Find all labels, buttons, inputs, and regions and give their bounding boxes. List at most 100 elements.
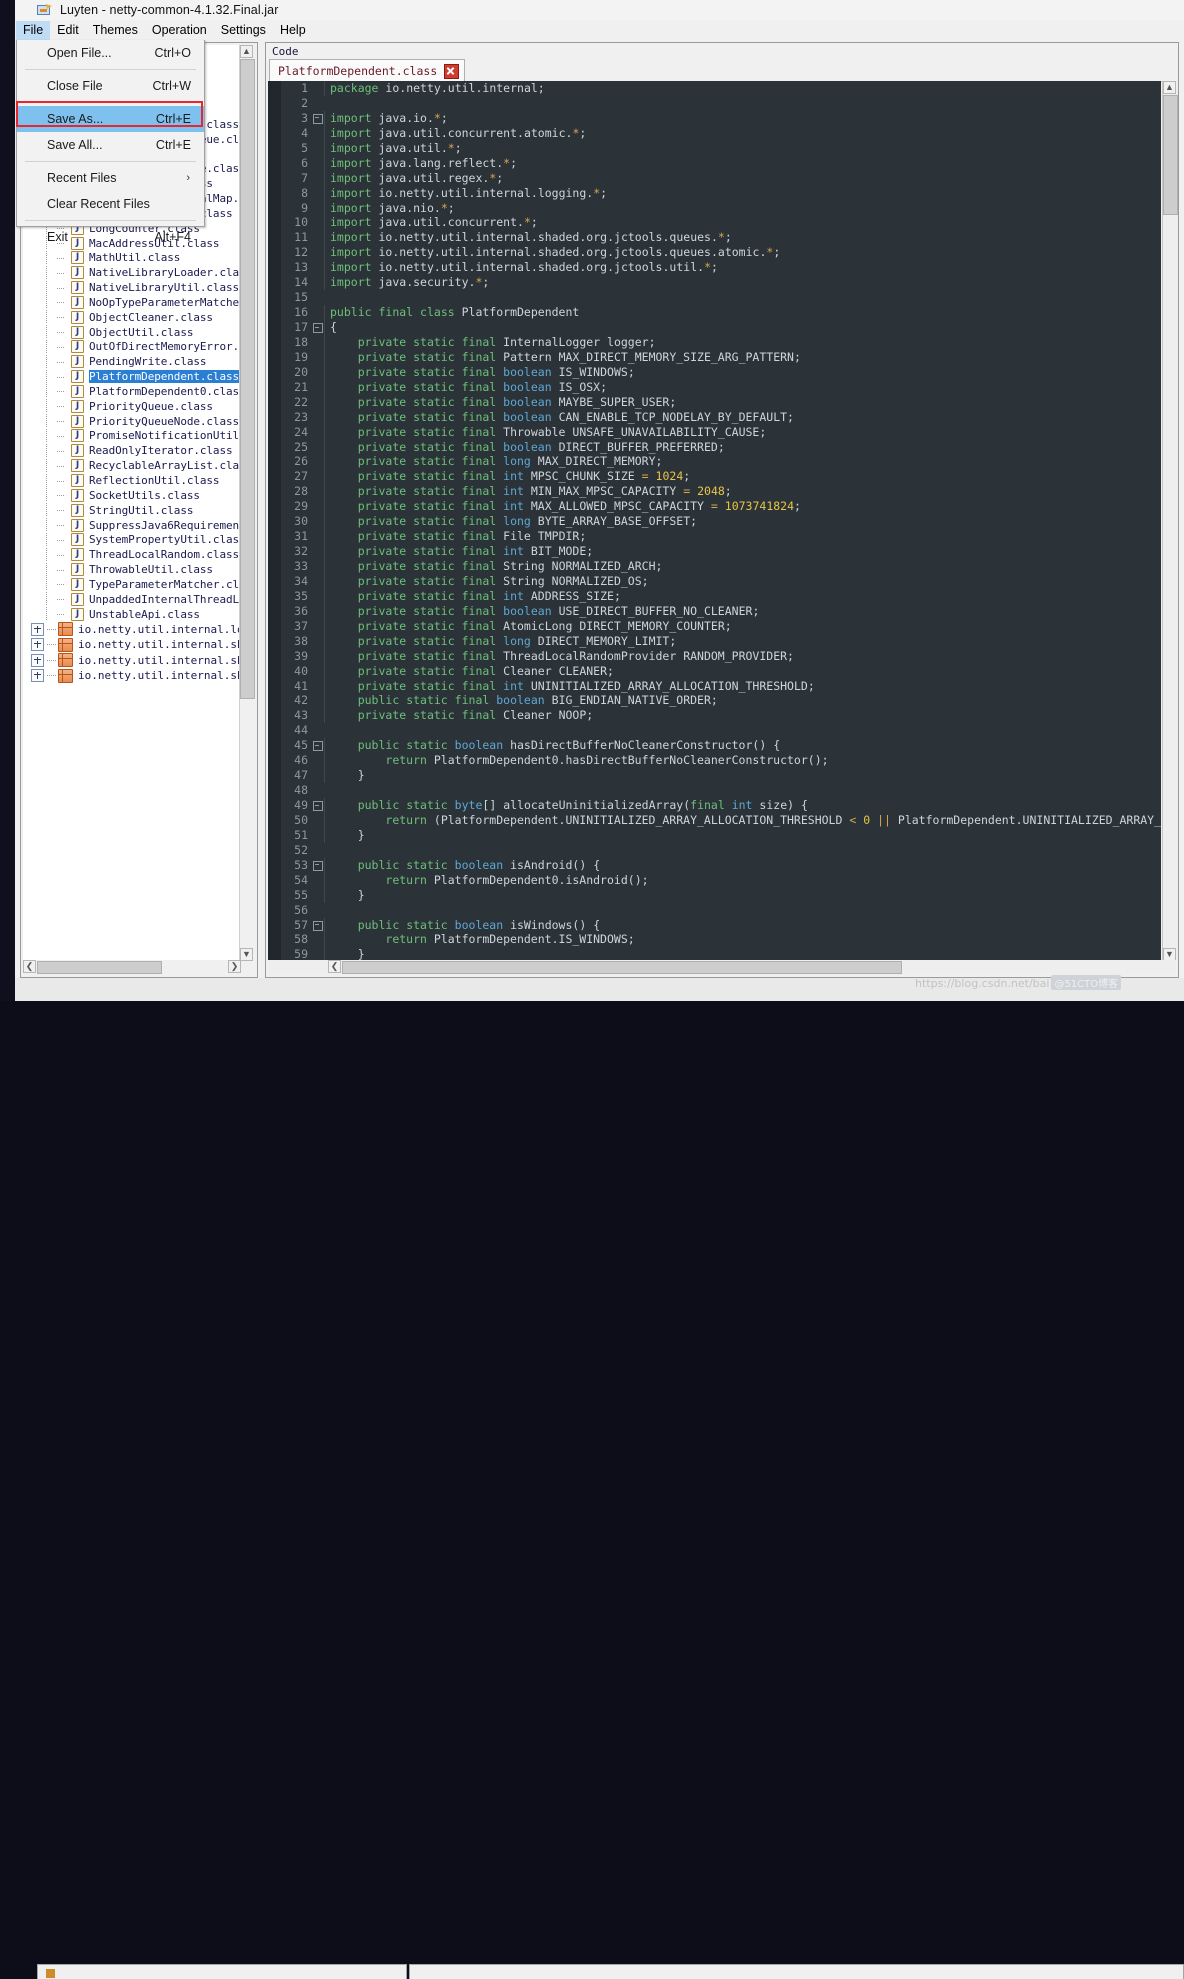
code-line[interactable]: 4 import java.util.concurrent.atomic.*; bbox=[268, 125, 1161, 141]
menu-item-close-file[interactable]: Close File Ctrl+W bbox=[17, 73, 204, 99]
expand-icon[interactable] bbox=[31, 638, 44, 652]
code-line[interactable]: 21 private static final boolean IS_OSX; bbox=[268, 379, 1161, 395]
tree-scroll-down-button[interactable]: ▼ bbox=[240, 948, 253, 961]
editor-vertical-scrollbar[interactable]: ▲ ▼ bbox=[1162, 81, 1178, 961]
tree-horizontal-scrollbar[interactable]: ❮ ❯ bbox=[23, 960, 241, 975]
tree-item-class[interactable]: J RecyclableArrayList.class bbox=[23, 458, 241, 473]
fold-toggle-icon[interactable] bbox=[312, 320, 324, 335]
code-line[interactable]: 17{ bbox=[268, 320, 1161, 335]
tree-item-class[interactable]: J PlatformDependent0.class bbox=[23, 384, 241, 399]
code-line[interactable]: 20 private static final boolean IS_WINDO… bbox=[268, 364, 1161, 380]
code-line[interactable]: 10 import java.util.concurrent.*; bbox=[268, 215, 1161, 231]
code-line[interactable]: 44 bbox=[268, 723, 1161, 738]
tree-item-class[interactable]: J ThreadLocalRandom.class bbox=[23, 547, 241, 562]
code-line[interactable]: 2 bbox=[268, 96, 1161, 111]
code-line[interactable]: 59 } bbox=[268, 947, 1161, 961]
tree-item-package[interactable]: io.netty.util.internal.shaded.org bbox=[23, 637, 241, 653]
menu-help[interactable]: Help bbox=[273, 21, 313, 40]
code-line[interactable]: 22 private static final boolean MAYBE_SU… bbox=[268, 394, 1161, 410]
code-line[interactable]: 7 import java.util.regex.*; bbox=[268, 170, 1161, 186]
code-line[interactable]: 54 return PlatformDependent0.isAndroid()… bbox=[268, 872, 1161, 888]
fold-toggle-icon[interactable] bbox=[312, 858, 324, 873]
code-line[interactable]: 51 } bbox=[268, 827, 1161, 843]
menu-edit[interactable]: Edit bbox=[50, 21, 86, 40]
code-line[interactable]: 5 import java.util.*; bbox=[268, 140, 1161, 156]
tree-scroll-right-button[interactable]: ❯ bbox=[228, 960, 241, 973]
code-line[interactable]: 11 import io.netty.util.internal.shaded.o… bbox=[268, 230, 1161, 246]
tree-item-class[interactable]: J SuppressJava6Requirement.class bbox=[23, 518, 241, 533]
tree-item-package[interactable]: io.netty.util.internal.logging bbox=[23, 622, 241, 638]
fold-toggle-icon[interactable] bbox=[312, 798, 324, 813]
fold-toggle-icon[interactable] bbox=[312, 918, 324, 933]
editor-lines[interactable]: 1 package io.netty.util.internal; 2 3 import… bbox=[268, 81, 1161, 961]
tree-item-class[interactable]: J MathUtil.class bbox=[23, 250, 241, 265]
expand-icon[interactable] bbox=[31, 653, 44, 667]
tree-item-package[interactable]: io.netty.util.internal.shaded.org bbox=[23, 653, 241, 669]
menu-item-exit[interactable]: Exit Alt+F4 bbox=[17, 224, 204, 250]
code-line[interactable]: 34 private static final String NORMALIZE… bbox=[268, 573, 1161, 589]
menu-item-open-file[interactable]: Open File... Ctrl+O bbox=[17, 40, 204, 66]
code-line[interactable]: 50 return (PlatformDependent.UNINITIALIZ… bbox=[268, 812, 1161, 828]
fold-toggle-icon[interactable] bbox=[312, 111, 324, 126]
tree-item-class[interactable]: J UnpaddedInternalThreadLocalMap bbox=[23, 592, 241, 607]
editor-scroll-left-button[interactable]: ❮ bbox=[328, 960, 341, 973]
tree-item-package[interactable]: io.netty.util.internal.shaded.org bbox=[23, 668, 241, 684]
expand-icon[interactable] bbox=[31, 622, 44, 636]
code-line[interactable]: 55 } bbox=[268, 887, 1161, 903]
menu-item-save-all[interactable]: Save All... Ctrl+E bbox=[17, 132, 204, 158]
tree-item-class[interactable]: J SocketUtils.class bbox=[23, 488, 241, 503]
code-line[interactable]: 27 private static final int MPSC_CHUNK_S… bbox=[268, 469, 1161, 485]
tab-platformdependent-class[interactable]: PlatformDependent.class bbox=[269, 59, 466, 82]
tree-item-class[interactable]: J NativeLibraryUtil.class bbox=[23, 280, 241, 295]
code-line[interactable]: 41 private static final int UNINITIALIZE… bbox=[268, 678, 1161, 694]
code-line[interactable]: 28 private static final int MIN_MAX_MPSC… bbox=[268, 484, 1161, 500]
code-line[interactable]: 6 import java.lang.reflect.*; bbox=[268, 155, 1161, 171]
tree-item-class[interactable]: J PriorityQueueNode.class bbox=[23, 414, 241, 429]
tree-item-class[interactable]: J NativeLibraryLoader.class bbox=[23, 265, 241, 280]
code-line[interactable]: 42 public static final boolean BIG_ENDIA… bbox=[268, 693, 1161, 709]
code-line[interactable]: 14 import java.security.*; bbox=[268, 275, 1161, 291]
code-line[interactable]: 1 package io.netty.util.internal; bbox=[268, 81, 1161, 96]
fold-toggle-icon[interactable] bbox=[312, 738, 324, 753]
code-line[interactable]: 8 import io.netty.util.internal.logging.*… bbox=[268, 185, 1161, 201]
close-icon[interactable] bbox=[444, 63, 460, 79]
tree-item-class[interactable]: J PlatformDependent.class bbox=[23, 369, 241, 384]
editor-scroll-thumb[interactable] bbox=[1163, 95, 1178, 215]
editor-horizontal-scrollbar[interactable]: ❮ bbox=[268, 960, 1176, 975]
code-line[interactable]: 3 import java.io.*; bbox=[268, 110, 1161, 126]
tree-vertical-scrollbar[interactable]: ▲ ▼ bbox=[239, 45, 255, 961]
menubar[interactable]: File Edit Themes Operation Settings Help bbox=[15, 20, 1184, 40]
menu-operation[interactable]: Operation bbox=[145, 21, 214, 40]
tree-item-class[interactable]: J ReflectionUtil.class bbox=[23, 473, 241, 488]
code-line[interactable]: 37 private static final AtomicLong DIREC… bbox=[268, 618, 1161, 634]
tree-scroll-up-button[interactable]: ▲ bbox=[240, 45, 253, 58]
tree-hscroll-thumb[interactable] bbox=[37, 961, 162, 974]
tree-item-class[interactable]: J ObjectCleaner.class bbox=[23, 310, 241, 325]
code-line[interactable]: 56 bbox=[268, 903, 1161, 918]
code-line[interactable]: 13 import io.netty.util.internal.shaded.o… bbox=[268, 260, 1161, 276]
code-line[interactable]: 23 private static final boolean CAN_ENAB… bbox=[268, 409, 1161, 425]
tree-item-class[interactable]: J NoOpTypeParameterMatcher.class bbox=[23, 295, 241, 310]
tree-item-class[interactable]: J PriorityQueue.class bbox=[23, 399, 241, 414]
tree-item-class[interactable]: J UnstableApi.class bbox=[23, 607, 241, 622]
menu-settings[interactable]: Settings bbox=[214, 21, 273, 40]
code-line[interactable]: 36 private static final boolean USE_DIRE… bbox=[268, 603, 1161, 619]
code-line[interactable]: 33 private static final String NORMALIZE… bbox=[268, 559, 1161, 574]
tree-item-class[interactable]: J TypeParameterMatcher.class bbox=[23, 577, 241, 592]
code-line[interactable]: 19 private static final Pattern MAX_DIRE… bbox=[268, 349, 1161, 365]
tree-item-class[interactable]: J PendingWrite.class bbox=[23, 354, 241, 369]
tree-item-class[interactable]: J StringUtil.class bbox=[23, 503, 241, 518]
tree-scroll-left-button[interactable]: ❮ bbox=[23, 960, 36, 973]
code-line[interactable]: 30 private static final long BYTE_ARRAY_… bbox=[268, 514, 1161, 530]
code-line[interactable]: 57 public static boolean isWindows() { bbox=[268, 917, 1161, 933]
code-line[interactable]: 43 private static final Cleaner NOOP; bbox=[268, 708, 1161, 724]
editor-tabstrip[interactable]: PlatformDependent.class bbox=[268, 59, 1176, 82]
code-line[interactable]: 29 private static final int MAX_ALLOWED_… bbox=[268, 499, 1161, 515]
code-line[interactable]: 45 public static boolean hasDirectBuffer… bbox=[268, 738, 1161, 754]
code-line[interactable]: 18 private static final InternalLogger l… bbox=[268, 334, 1161, 350]
tree-scroll-thumb[interactable] bbox=[240, 59, 255, 699]
code-line[interactable]: 47 } bbox=[268, 768, 1161, 784]
code-line[interactable]: 48 bbox=[268, 783, 1161, 798]
tree-item-class[interactable]: J ObjectUtil.class bbox=[23, 325, 241, 340]
tree-item-class[interactable]: J SystemPropertyUtil.class bbox=[23, 532, 241, 547]
